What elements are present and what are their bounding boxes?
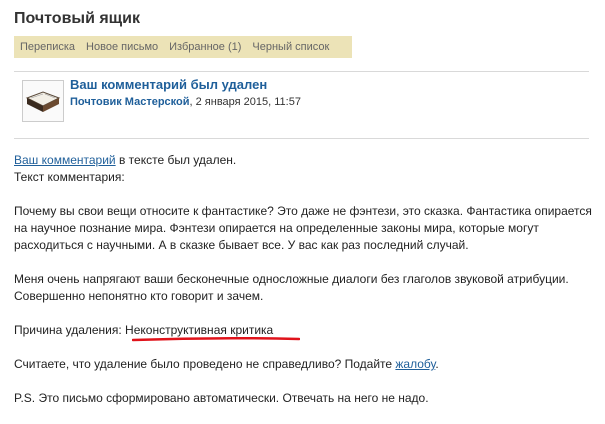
complaint-link[interactable]: жалобу <box>395 357 435 371</box>
comment-paragraph-1: Почему вы свои вещи относите к фантастик… <box>14 204 592 252</box>
book-icon <box>25 91 61 112</box>
appeal-line: Считаете, что удаление было проведено не… <box>14 357 439 371</box>
tab-bar: Переписка Новое письмо Избранное (1) Чер… <box>14 36 352 58</box>
page-title: Почтовый ящик <box>14 10 141 27</box>
message-date: , 2 января 2015, 11:57 <box>189 96 301 108</box>
tab-correspondence[interactable]: Переписка <box>20 41 75 53</box>
comment-text-label: Текст комментария: <box>14 170 125 184</box>
comment-link[interactable]: Ваш комментарий <box>14 153 116 167</box>
ps-note: P.S. Это письмо сформировано автоматичес… <box>14 391 429 405</box>
tab-favorites[interactable]: Избранное (1) <box>169 41 241 53</box>
message-subject[interactable]: Ваш комментарий был удален <box>70 77 267 92</box>
tab-blacklist[interactable]: Черный список <box>252 41 329 53</box>
avatar <box>22 80 64 122</box>
deletion-reason: Причина удаления: Неконструктивная крити… <box>14 323 274 337</box>
message-meta: Почтовик Мастерской, 2 января 2015, 11:5… <box>70 96 301 108</box>
tab-new-message[interactable]: Новое письмо <box>86 41 158 53</box>
red-underline-mark <box>132 336 300 342</box>
deleted-notice: Ваш комментарий в тексте был удален. Тек… <box>14 153 237 184</box>
message-body: Ваш комментарий в тексте был удален. Тек… <box>14 152 592 424</box>
author-link[interactable]: Почтовик Мастерской <box>70 96 190 108</box>
comment-paragraph-2: Меня очень напрягают ваши бесконечные од… <box>14 272 569 303</box>
message-header: Ваш комментарий был удален Почтовик Маст… <box>14 72 589 139</box>
